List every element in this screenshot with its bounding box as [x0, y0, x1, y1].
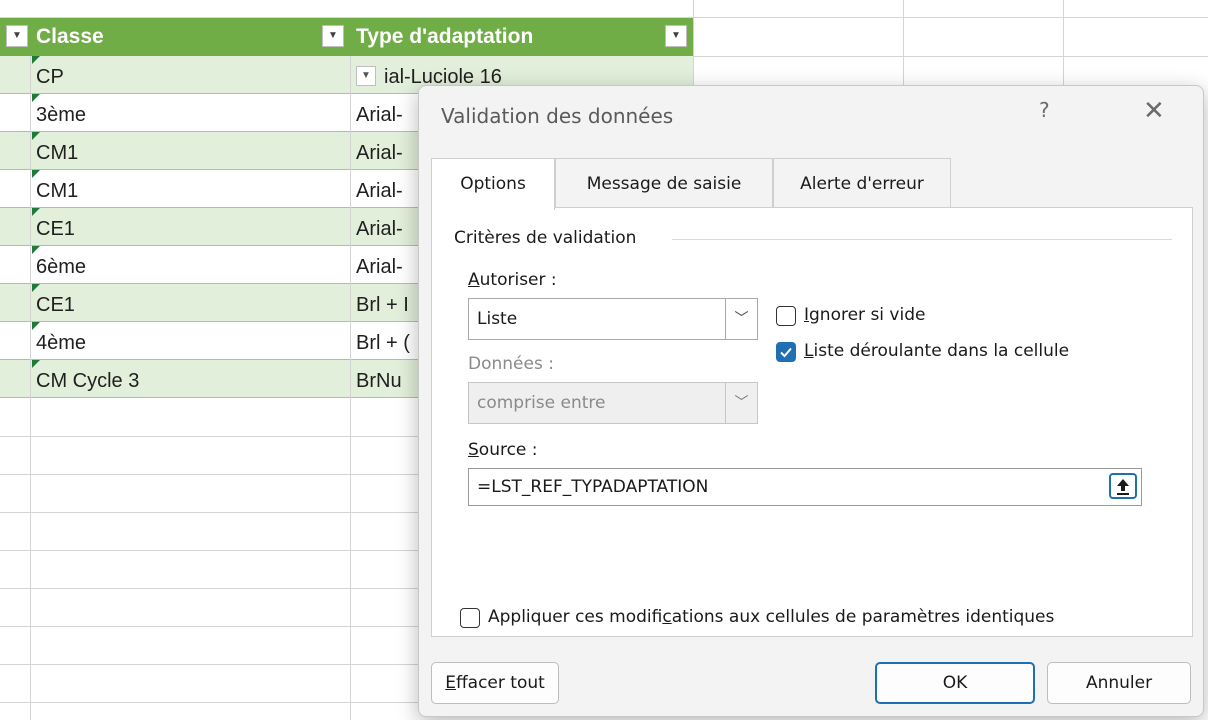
cell-classe[interactable]: CM1 — [30, 132, 350, 170]
apply-all-pre: Appliquer ces modifi — [488, 607, 663, 627]
tab-message-de-saisie[interactable]: Message de saisie — [555, 158, 773, 208]
dialog-title: Validation des données — [441, 104, 674, 128]
grid-line — [0, 664, 420, 665]
header-classe: Classe — [0, 18, 350, 56]
clear-all-accel: E — [445, 673, 456, 693]
clear-all-button[interactable]: Effacer tout — [431, 662, 559, 704]
tab-options[interactable]: Options — [431, 158, 555, 210]
ignore-blank-checkbox[interactable] — [776, 306, 796, 326]
header-classe-label: Classe — [36, 25, 104, 48]
source-input-value: =LST_REF_TYPADAPTATION — [477, 477, 709, 497]
help-button[interactable]: ? — [1039, 98, 1050, 122]
grid-line — [0, 512, 420, 513]
tab-alerte-erreur[interactable]: Alerte d'erreur — [773, 158, 951, 208]
allow-label-accel: A — [468, 270, 480, 290]
header-type: Type d'adaptation — [350, 18, 693, 56]
apply-all-checkbox[interactable] — [460, 608, 480, 628]
filter-dropdown-icon[interactable]: ▼ — [6, 25, 28, 47]
ignore-blank-text: gnorer si vide — [809, 305, 926, 325]
grid-line — [0, 550, 420, 551]
grid-line — [693, 56, 1208, 57]
grid-line — [1063, 0, 1064, 90]
in-cell-dropdown-text: iste déroulante dans la cellule — [813, 341, 1070, 361]
apply-all-accel: c — [662, 607, 672, 627]
grid-line — [0, 626, 420, 627]
allow-label-text: utoriser : — [479, 270, 557, 290]
cell-classe[interactable]: CP — [30, 56, 350, 94]
cell-classe[interactable]: CE1 — [30, 284, 350, 322]
cell-classe[interactable]: CE1 — [30, 208, 350, 246]
cell-classe[interactable]: CM1 — [30, 170, 350, 208]
filter-dropdown-icon[interactable]: ▼ — [665, 25, 687, 47]
cancel-button[interactable]: Annuler — [1047, 662, 1191, 704]
chevron-down-icon[interactable]: ﹀ — [725, 299, 757, 339]
grid-line — [0, 588, 420, 589]
apply-all-label: Appliquer ces modifications aux cellules… — [488, 607, 1054, 627]
ignore-blank-label: Ignorer si vide — [804, 305, 925, 325]
data-select: comprise entre ﹀ — [468, 382, 758, 424]
ok-button[interactable]: OK — [875, 662, 1035, 704]
tab-options-label: Options — [460, 174, 526, 194]
grid-line — [30, 56, 31, 720]
data-select-value: comprise entre — [477, 393, 606, 413]
clear-all-text: ffacer tout — [455, 673, 545, 693]
collapse-dialog-button[interactable] — [1109, 473, 1137, 499]
apply-all-post: ations aux cellules de paramètres identi… — [671, 607, 1055, 627]
grid-line — [0, 436, 420, 437]
header-type-label: Type d'adaptation — [356, 25, 534, 48]
grid-line — [903, 0, 904, 90]
allow-select-value: Liste — [477, 309, 518, 329]
data-label: Données : — [468, 354, 554, 374]
group-divider — [672, 239, 1172, 240]
cell-classe[interactable]: 6ème — [30, 246, 350, 284]
options-panel: Critères de validation Autoriser : Liste… — [431, 207, 1193, 637]
check-icon — [780, 347, 792, 358]
top-header-strip — [0, 0, 1208, 18]
allow-label: Autoriser : — [468, 270, 557, 290]
tab-alerte-label: Alerte d'erreur — [800, 174, 924, 194]
data-validation-dialog: Validation des données ? ✕ Options Messa… — [418, 85, 1204, 717]
in-cell-dropdown-checkbox[interactable] — [776, 342, 796, 362]
grid-line — [350, 56, 351, 720]
cell-classe[interactable]: 4ème — [30, 322, 350, 360]
close-icon[interactable]: ✕ — [1143, 96, 1165, 126]
chevron-down-icon: ﹀ — [725, 383, 757, 423]
grid-line — [693, 0, 694, 90]
cell-classe[interactable]: CM Cycle 3 — [30, 360, 350, 398]
arrow-up-icon — [1117, 479, 1129, 495]
validation-criteria-label: Critères de validation — [454, 228, 645, 248]
grid-line — [0, 702, 420, 703]
tab-message-label: Message de saisie — [586, 174, 742, 194]
source-label-accel: S — [468, 440, 479, 460]
grid-line — [0, 474, 420, 475]
cell-classe[interactable]: 3ème — [30, 94, 350, 132]
cell-dropdown-icon[interactable]: ▼ — [356, 66, 376, 86]
in-cell-dropdown-label: Liste déroulante dans la cellule — [804, 341, 1069, 361]
source-label: Source : — [468, 440, 538, 460]
source-input[interactable]: =LST_REF_TYPADAPTATION — [468, 468, 1142, 506]
filter-dropdown-icon[interactable]: ▼ — [322, 25, 344, 47]
allow-select[interactable]: Liste ﹀ — [468, 298, 758, 340]
source-label-text: ource : — [478, 440, 538, 460]
